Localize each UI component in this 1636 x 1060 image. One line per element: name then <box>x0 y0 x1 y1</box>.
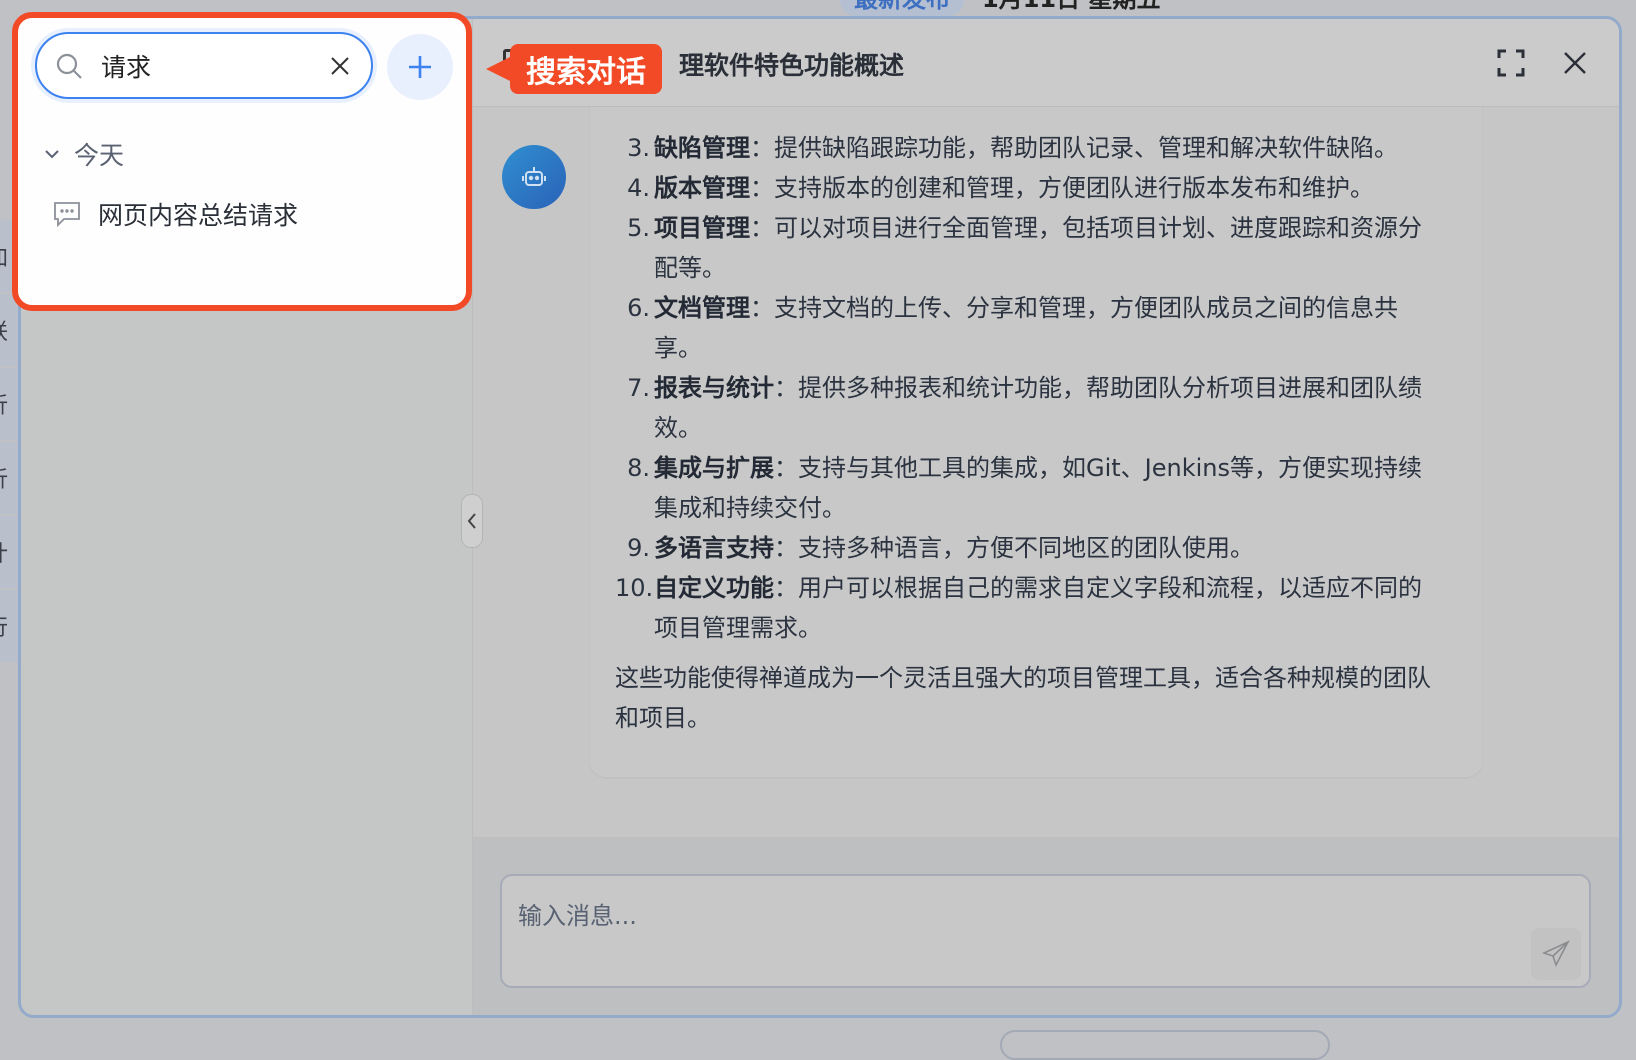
list-item: 3. 缺陷管理：提供缺陷跟踪功能，帮助团队记录、管理和解决软件缺陷。 <box>615 128 1425 168</box>
item-text: ：支持多种语言，方便不同地区的团队使用。 <box>774 534 1254 562</box>
send-icon <box>1541 940 1570 968</box>
bg-fragment: 计 <box>0 516 18 588</box>
chevron-down-icon <box>45 150 59 159</box>
item-text: ：支持文档的上传、分享和管理，方便团队成员之间的信息共享。 <box>654 294 1398 362</box>
message-input[interactable] <box>518 896 1418 936</box>
background-element <box>1000 1030 1330 1060</box>
fullscreen-icon <box>1497 49 1525 77</box>
group-label: 今天 <box>74 141 125 170</box>
plus-icon <box>409 56 431 78</box>
item-number: 4. <box>627 174 650 202</box>
bg-fragment: 折 <box>0 442 18 514</box>
list-item: 5. 项目管理：可以对项目进行全面管理，包括项目计划、进度跟踪和资源分配等。 <box>615 208 1425 288</box>
item-number: 3. <box>627 134 650 162</box>
send-button[interactable] <box>1531 928 1581 980</box>
bot-avatar <box>502 145 566 209</box>
close-icon <box>1564 52 1586 74</box>
conversation-item[interactable]: 网页内容总结请求 <box>52 196 298 232</box>
assistant-message: 3. 缺陷管理：提供缺陷跟踪功能，帮助团队记录、管理和解决软件缺陷。 4. 版本管理… <box>590 107 1482 777</box>
new-chat-button[interactable] <box>387 34 453 100</box>
clear-search-icon[interactable] <box>330 56 350 76</box>
item-title: 项目管理 <box>654 214 750 242</box>
item-number: 7. <box>627 374 650 402</box>
search-field <box>35 32 373 99</box>
item-number: 9. <box>627 534 650 562</box>
search-tooltip: 搜索对话 <box>486 44 662 94</box>
bg-fragment: 联 <box>0 294 18 366</box>
group-today[interactable]: 今天 <box>44 136 124 172</box>
list-item: 4. 版本管理：支持版本的创建和管理，方便团队进行版本发布和维护。 <box>615 168 1425 208</box>
item-number: 6. <box>627 294 650 322</box>
message-area[interactable]: 3. 缺陷管理：提供缺陷跟踪功能，帮助团队记录、管理和解决软件缺陷。 4. 版本管理… <box>473 107 1619 837</box>
item-title: 自定义功能 <box>654 574 774 602</box>
chevron-left-icon <box>467 513 476 529</box>
chat-bubble-icon <box>54 202 80 228</box>
list-item: 9. 多语言支持：支持多种语言，方便不同地区的团队使用。 <box>615 528 1425 568</box>
background-header: 最新发布 1月11日 星期五 <box>840 0 1160 16</box>
conversation-search-popup: 今天 网页内容总结请求 <box>12 12 472 311</box>
close-button[interactable] <box>1555 43 1595 83</box>
list-item: 7. 报表与统计：提供多种报表和统计功能，帮助团队分析项目进展和团队绩效。 <box>615 368 1425 448</box>
list-item: 10. 自定义功能：用户可以根据自己的需求自定义字段和流程，以适应不同的项目管理需… <box>615 568 1425 648</box>
search-input[interactable] <box>101 48 301 84</box>
collapse-sidebar-button[interactable] <box>461 494 483 548</box>
fullscreen-button[interactable] <box>1491 43 1531 83</box>
date-label: 1月11日 星期五 <box>982 0 1160 14</box>
item-title: 多语言支持 <box>654 534 774 562</box>
item-number: 10. <box>615 574 654 602</box>
bg-fragment: 行 <box>0 590 18 662</box>
feature-list: 3. 缺陷管理：提供缺陷跟踪功能，帮助团队记录、管理和解决软件缺陷。 4. 版本管理… <box>615 128 1431 738</box>
conclusion-text: 这些功能使得禅道成为一个灵活且强大的项目管理工具，适合各种规模的团队和项目。 <box>615 664 1431 732</box>
composer-area <box>473 837 1619 1015</box>
conversation-title: 网页内容总结请求 <box>98 201 299 230</box>
list-item: 6. 文档管理：支持文档的上传、分享和管理，方便团队成员之间的信息共享。 <box>615 288 1425 368</box>
latest-release-tag: 最新发布 <box>840 0 964 16</box>
search-icon <box>56 53 82 79</box>
item-title: 报表与统计 <box>654 374 774 402</box>
robot-icon <box>522 167 546 186</box>
chat-title: 理软件特色功能概述 <box>679 51 905 80</box>
bg-fragment: 折 <box>0 368 18 440</box>
item-title: 版本管理 <box>654 174 750 202</box>
item-text: ：可以对项目进行全面管理，包括项目计划、进度跟踪和资源分配等。 <box>654 214 1422 282</box>
item-title: 文档管理 <box>654 294 750 322</box>
item-title: 缺陷管理 <box>654 134 750 162</box>
item-number: 8. <box>627 454 650 482</box>
message-input-box <box>500 874 1591 988</box>
item-title: 集成与扩展 <box>654 454 774 482</box>
list-item: 8. 集成与扩展：支持与其他工具的集成，如Git、Jenkins等，方便实现持续集… <box>615 448 1425 528</box>
item-text: ：支持版本的创建和管理，方便团队进行版本发布和维护。 <box>750 174 1374 202</box>
item-number: 5. <box>627 214 650 242</box>
item-text: ：提供缺陷跟踪功能，帮助团队记录、管理和解决软件缺陷。 <box>750 134 1398 162</box>
